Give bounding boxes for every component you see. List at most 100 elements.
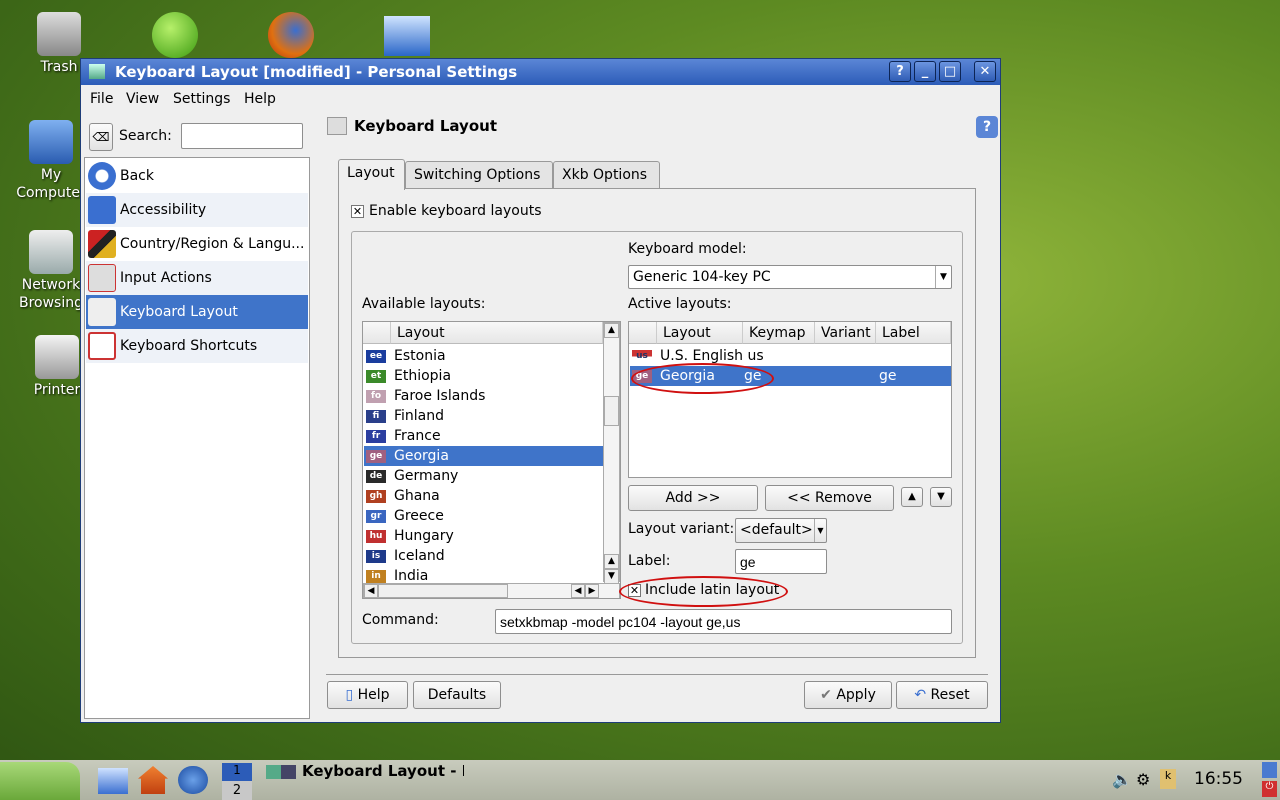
list-item[interactable]: ee Estonia <box>364 346 604 366</box>
h-scrollbar-thumb[interactable] <box>378 584 508 598</box>
scroll-down-button[interactable]: ▼ <box>604 569 619 584</box>
taskbar-task-keyboard-layout[interactable]: Keyboard Layout - P <box>264 762 464 782</box>
desktop-icon-firefox[interactable] <box>268 12 314 58</box>
reset-button[interactable]: ↶ Reset <box>896 681 988 709</box>
desktop-icon-network[interactable]: Network Browsing <box>16 230 86 312</box>
command-label: Command: <box>362 612 439 628</box>
scroll-up-button-2[interactable]: ▲ <box>604 554 619 569</box>
annotation-ellipse-georgia <box>631 363 774 394</box>
keyboard-model-select[interactable]: Generic 104-key PC ▼ <box>628 265 952 289</box>
sidebar-item-keyboard-layout[interactable]: Keyboard Layout <box>86 295 308 329</box>
flag-fo-icon: fo <box>366 390 386 403</box>
column-header-layout[interactable]: Layout <box>657 322 743 344</box>
keyboard-shortcuts-icon <box>88 332 116 360</box>
desktop-icon-office[interactable] <box>384 16 430 56</box>
list-item[interactable]: fo Faroe Islands <box>364 386 604 406</box>
scroll-up-button[interactable]: ▲ <box>604 323 619 338</box>
network-tray-icon[interactable]: ⚙ <box>1136 770 1150 789</box>
column-header-keymap[interactable]: Keymap <box>743 322 815 344</box>
help-button[interactable]: ▯ Help <box>327 681 408 709</box>
column-header-flag[interactable] <box>629 322 657 344</box>
list-item[interactable]: hu Hungary <box>364 526 604 546</box>
layout-variant-label: Layout variant: <box>628 521 735 537</box>
flag-is-icon: is <box>366 550 386 563</box>
help-title-button[interactable]: ? <box>889 61 911 82</box>
sidebar-item-input-actions[interactable]: Input Actions <box>86 261 308 295</box>
flag-de-icon: de <box>366 470 386 483</box>
defaults-button[interactable]: Defaults <box>413 681 501 709</box>
sidebar-item-country[interactable]: Country/Region & Langu... <box>86 227 308 261</box>
lock-screen-icon[interactable] <box>1262 762 1277 778</box>
enable-layouts-label: Enable keyboard layouts <box>369 203 542 219</box>
desktop-icon-my-computer[interactable]: My Computer <box>16 120 86 202</box>
reset-icon: ↶ <box>914 687 931 703</box>
home-launcher-icon[interactable] <box>138 766 168 794</box>
menu-view[interactable]: View <box>126 91 159 107</box>
list-item[interactable]: et Ethiopia <box>364 366 604 386</box>
flag-ge-icon: ge <box>366 450 386 463</box>
tab-switching-options[interactable]: Switching Options <box>405 161 553 188</box>
tab-layout[interactable]: Layout <box>338 159 405 190</box>
keyboard-icon <box>88 264 116 292</box>
tab-xkb-options[interactable]: Xkb Options <box>553 161 660 188</box>
title-bar[interactable]: Keyboard Layout [modified] - Personal Se… <box>81 59 1000 85</box>
task-icons <box>266 765 296 779</box>
label-input[interactable] <box>735 549 827 574</box>
flag-ee-icon: ee <box>366 350 386 363</box>
active-layouts-label: Active layouts: <box>628 296 732 312</box>
list-item[interactable]: fi Finland <box>364 406 604 426</box>
browser-launcher-icon[interactable] <box>178 766 208 794</box>
list-item[interactable]: is Iceland <box>364 546 604 566</box>
apply-button[interactable]: ✔ Apply <box>804 681 892 709</box>
sidebar-item-back[interactable]: Back <box>86 159 308 193</box>
move-down-button[interactable]: ▼ <box>930 487 952 507</box>
maximize-button[interactable]: □ <box>939 61 961 82</box>
scroll-left-button-2[interactable]: ◀ <box>571 584 585 598</box>
logout-icon[interactable]: ⏻ <box>1262 781 1277 797</box>
computer-icon <box>29 120 73 164</box>
menu-file[interactable]: File <box>90 91 113 107</box>
desktop-pager-2[interactable]: 2 <box>222 781 252 800</box>
column-header-variant[interactable]: Variant <box>815 322 876 344</box>
layout-variant-select[interactable]: <default> ▼ <box>735 518 827 543</box>
add-button[interactable]: Add >> <box>628 485 758 511</box>
start-menu-button[interactable] <box>0 762 80 800</box>
desktop-pager-1[interactable]: 1 <box>222 763 252 781</box>
scroll-right-button[interactable]: ▶ <box>585 584 599 598</box>
clear-search-button[interactable]: ⌫ <box>89 123 113 151</box>
chevron-down-icon: ▼ <box>935 266 951 288</box>
volume-icon[interactable]: 🔈 <box>1112 770 1132 789</box>
move-up-button[interactable]: ▲ <box>901 487 923 507</box>
list-item[interactable]: fr France <box>364 426 604 446</box>
scrollbar-vertical[interactable] <box>603 322 620 582</box>
column-header-flag[interactable] <box>363 322 391 344</box>
minimize-button[interactable]: _ <box>914 61 936 82</box>
sidebar-item-accessibility[interactable]: Accessibility <box>86 193 308 227</box>
list-item[interactable]: de Germany <box>364 466 604 486</box>
menu-help[interactable]: Help <box>244 91 276 107</box>
list-item[interactable]: gh Ghana <box>364 486 604 506</box>
list-item[interactable]: gr Greece <box>364 506 604 526</box>
keyboard-layout-header-icon <box>327 117 347 135</box>
editor-launcher-icon[interactable] <box>98 768 128 794</box>
klipper-icon[interactable]: k <box>1160 769 1176 789</box>
flag-in-icon: in <box>366 570 386 583</box>
close-button[interactable]: ✕ <box>974 61 996 82</box>
help-book-icon: ▯ <box>345 687 358 703</box>
sidebar-item-keyboard-shortcuts[interactable]: Keyboard Shortcuts <box>86 329 308 363</box>
whats-this-button[interactable]: ? <box>976 116 998 138</box>
flags-icon <box>88 230 116 258</box>
scroll-left-button[interactable]: ◀ <box>364 584 378 598</box>
clock[interactable]: 16:55 <box>1194 769 1243 789</box>
remove-button[interactable]: << Remove <box>765 485 894 511</box>
enable-layouts-checkbox[interactable]: ✕ <box>351 205 364 218</box>
scrollbar-thumb[interactable] <box>604 396 619 426</box>
desktop-icon-suse[interactable] <box>152 12 198 58</box>
command-input[interactable] <box>495 609 952 634</box>
list-item[interactable]: ge Georgia <box>364 446 604 466</box>
column-header-label[interactable]: Label <box>876 322 951 344</box>
search-input[interactable] <box>181 123 303 149</box>
column-header-layout[interactable]: Layout <box>391 322 603 344</box>
menu-settings[interactable]: Settings <box>173 91 230 107</box>
printer-icon <box>35 335 79 379</box>
